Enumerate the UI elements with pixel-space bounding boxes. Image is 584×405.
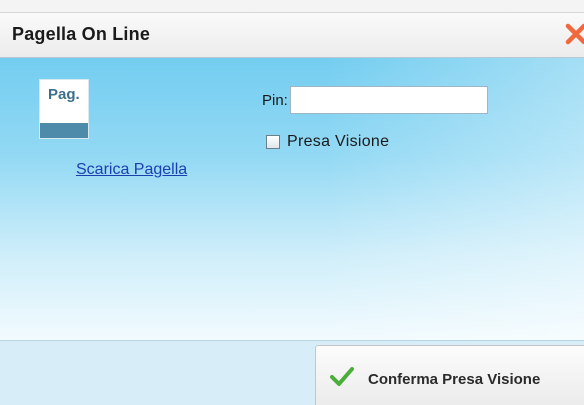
pagella-dialog: Pagella On Line Pag. Scarica Pagella Pin… xyxy=(0,0,584,405)
confirm-viewing-label: Conferma Presa Visione xyxy=(368,371,541,388)
pagella-document-icon[interactable]: Pag. xyxy=(40,80,88,138)
pagella-icon-text: Pag. xyxy=(48,86,80,103)
dialog-body: Pag. Scarica Pagella Pin: Presa Visione xyxy=(0,58,584,340)
check-icon xyxy=(330,366,354,386)
dialog-titlebar: Pagella On Line xyxy=(0,12,584,58)
window-top-strip xyxy=(0,0,584,12)
presa-visione-label: Presa Visione xyxy=(287,133,390,150)
pin-label: Pin: xyxy=(262,92,288,109)
dialog-title: Pagella On Line xyxy=(12,24,151,44)
dialog-footer: Conferma Presa Visione xyxy=(0,340,584,405)
confirm-viewing-button[interactable]: Conferma Presa Visione xyxy=(315,345,584,405)
download-report-link[interactable]: Scarica Pagella xyxy=(76,161,187,179)
close-icon[interactable] xyxy=(564,22,584,46)
pin-input[interactable] xyxy=(290,86,488,114)
presa-visione-checkbox[interactable] xyxy=(266,135,280,149)
pagella-icon-bar xyxy=(40,123,88,138)
